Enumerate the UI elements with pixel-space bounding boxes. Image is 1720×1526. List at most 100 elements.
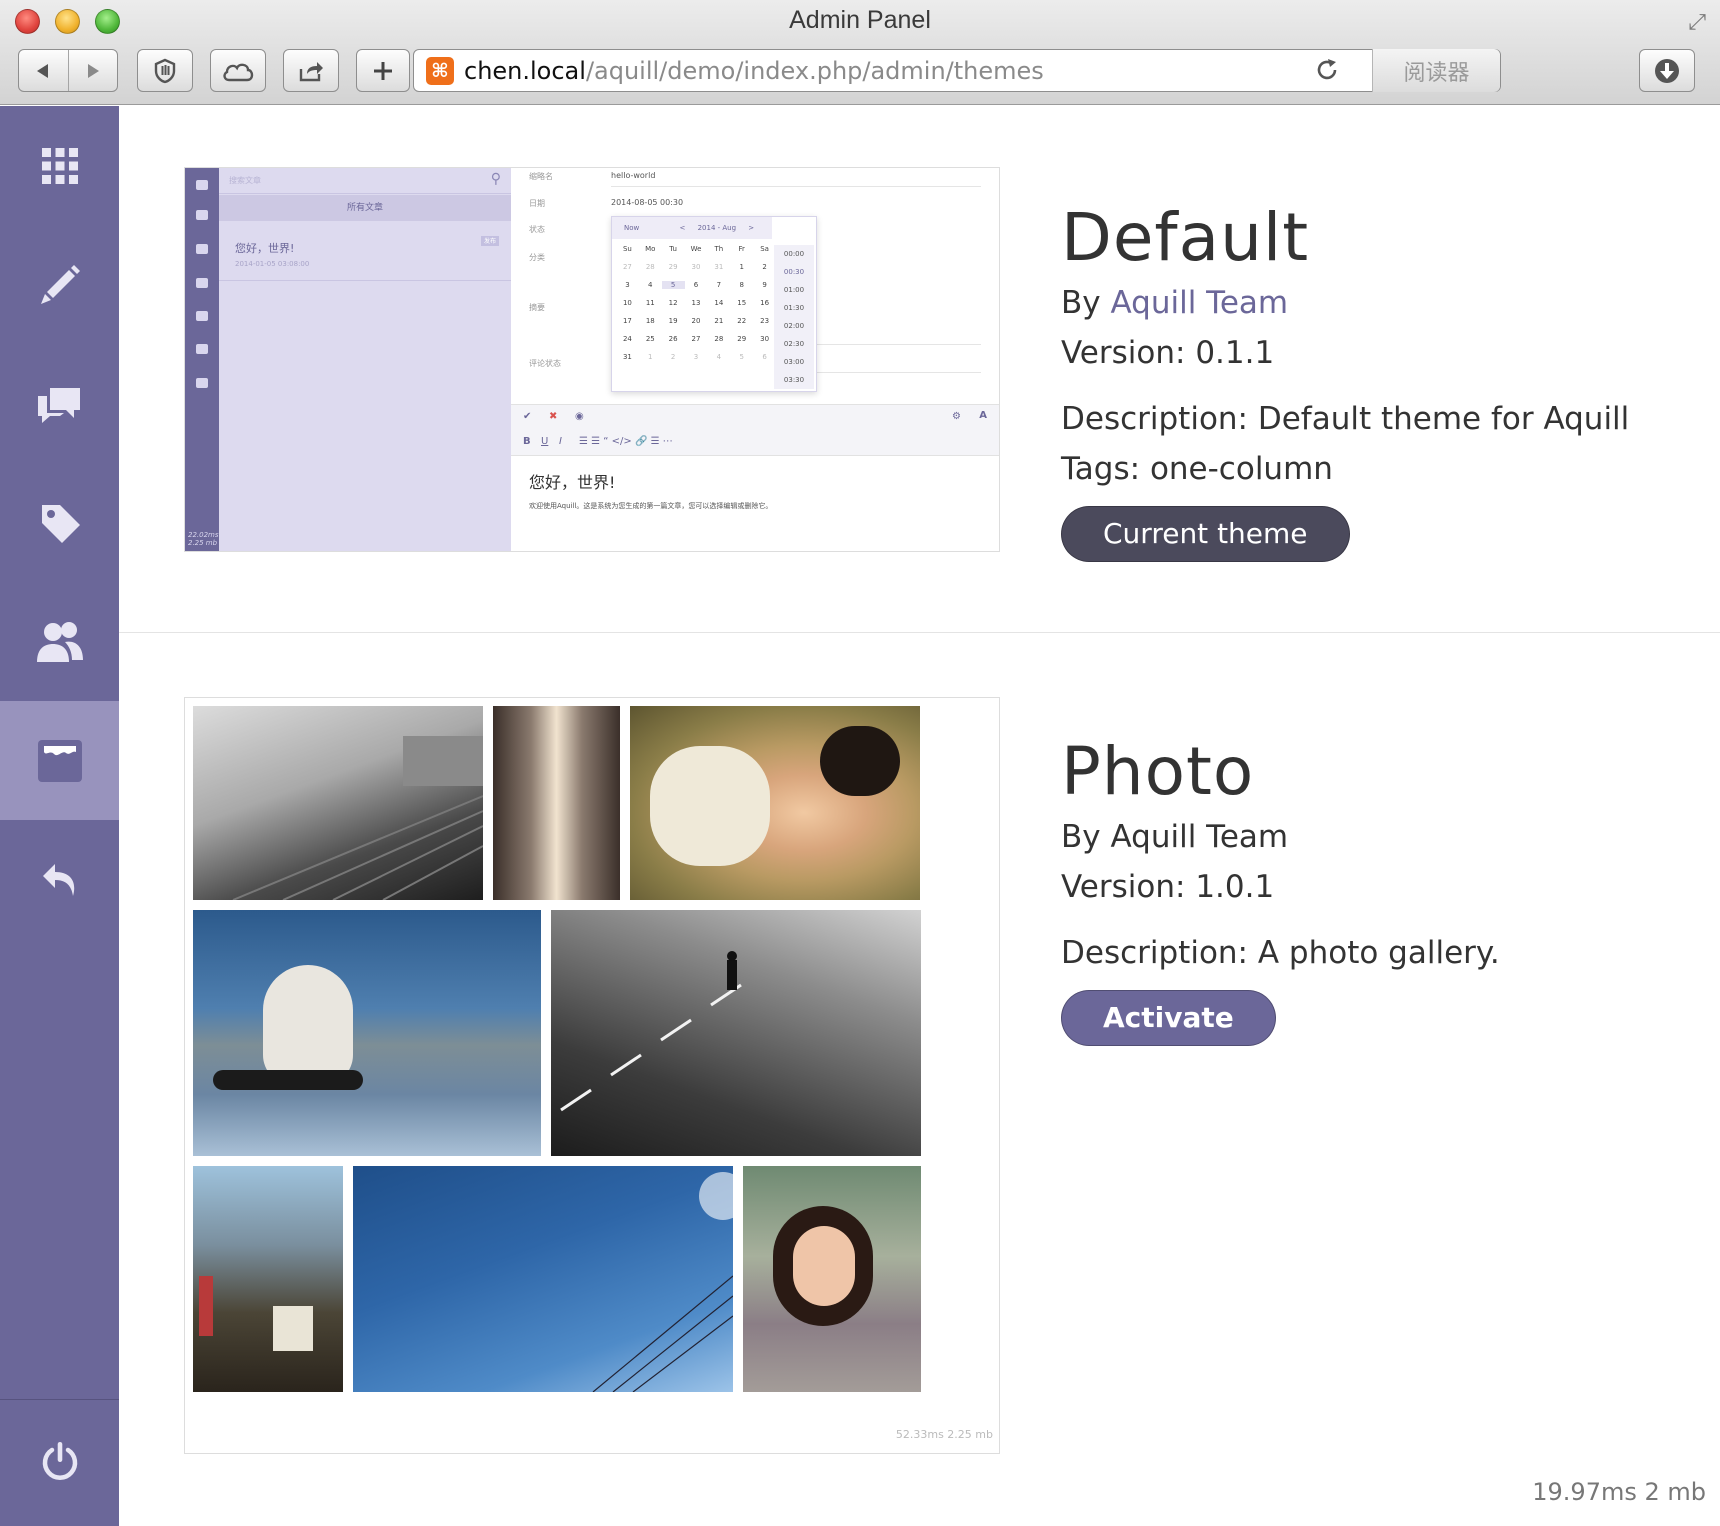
sidebar-divider xyxy=(0,1399,119,1400)
fullscreen-icon[interactable]: ⤢ xyxy=(1688,10,1706,35)
calendar-day: 26 xyxy=(668,335,678,343)
photo-blue-sky xyxy=(353,1166,733,1392)
search-icon: ⚲ xyxy=(490,171,501,187)
sidebar-item-logout[interactable] xyxy=(0,1401,119,1520)
xampp-favicon-icon: ⌘ xyxy=(426,56,454,85)
current-theme-button[interactable]: Current theme xyxy=(1061,506,1350,562)
calendar-day: 23 xyxy=(760,317,770,325)
calendar-day: 17 xyxy=(622,317,632,325)
preview-search: 搜索文章 ⚲ xyxy=(219,168,511,194)
share-icon xyxy=(299,61,323,81)
calendar-day: 9 xyxy=(762,281,767,289)
calendar-day: 12 xyxy=(668,299,678,307)
calendar-day: 5 xyxy=(739,353,744,361)
calendar-day: 14 xyxy=(714,299,724,307)
calendar-time-option: 02:30 xyxy=(783,340,805,348)
calendar-day: 29 xyxy=(668,263,678,271)
calendar-weekday: We xyxy=(690,245,702,253)
sidebar-item-tags[interactable] xyxy=(0,463,119,582)
photo-person-on-road xyxy=(551,910,921,1156)
calendar-day: 31 xyxy=(622,353,632,361)
back-triangle-icon xyxy=(37,63,49,78)
calendar-day: 13 xyxy=(691,299,701,307)
calendar-time-option: 01:00 xyxy=(783,286,805,294)
calendar-day: 21 xyxy=(714,317,724,325)
calendar-day: 2 xyxy=(762,263,767,271)
sidebar-item-users[interactable] xyxy=(0,582,119,701)
url-host: chen.local xyxy=(464,56,586,85)
sidebar-item-themes[interactable] xyxy=(0,701,119,820)
calendar-day: 7 xyxy=(716,281,722,289)
icloud-button[interactable] xyxy=(210,49,266,92)
preview-toolbar: ✔ ✖ ◉ ⚙ A B U I ☰ ☰ “ </> 🔗 ☰ ⋯ xyxy=(511,404,999,456)
back-arrow-icon xyxy=(42,863,74,896)
calendar-time-option: 02:00 xyxy=(783,322,805,330)
calendar-day: 19 xyxy=(668,317,678,325)
sidebar-item-posts[interactable] xyxy=(0,225,119,344)
activate-theme-button[interactable]: Activate xyxy=(1061,990,1276,1046)
theme-tags: Tags: one-column xyxy=(1061,451,1333,487)
theme-description: Description: Default theme for Aquill xyxy=(1061,401,1630,437)
calendar-time-option: 03:30 xyxy=(783,376,805,384)
theme-version: Version: 1.0.1 xyxy=(1061,869,1275,905)
preview-post-list: 搜索文章 ⚲ 所有文章 您好，世界! 2014-01-05 03:08:00 发… xyxy=(219,168,511,551)
photo-theme-screenshot: 52.33ms 2.25 mb xyxy=(184,697,1000,1454)
preview-datepicker: Now < 2014 - Aug > Su Mo Tu We Th Fr Sa 27 28 29 3… xyxy=(611,216,817,392)
calendar-day: 22 xyxy=(737,317,747,325)
power-icon xyxy=(42,1441,77,1480)
calendar-day: 18 xyxy=(645,317,655,325)
calendar-day: 4 xyxy=(716,353,722,361)
calendar-day: 1 xyxy=(739,263,744,271)
theme-divider xyxy=(119,632,1720,633)
theme-author: Aquill Team xyxy=(1110,819,1289,855)
admin-sidebar xyxy=(0,106,119,1526)
calendar-day: 6 xyxy=(762,353,767,361)
photo-girl-sitting xyxy=(630,706,920,900)
default-theme-info: Default By Aquill Team Version: 0.1.1 De… xyxy=(1061,198,1629,562)
page-stats: 19.97ms 2 mb xyxy=(1532,1478,1706,1506)
address-bar[interactable]: ⌘ chen.local /aquill/demo/index.php/admi… xyxy=(413,49,1501,92)
calendar-day: 8 xyxy=(739,281,744,289)
calendar-day: 28 xyxy=(645,263,655,271)
apps-grid-icon xyxy=(41,147,78,184)
back-forward-group xyxy=(18,49,118,92)
forward-button[interactable] xyxy=(67,50,117,91)
browser-titlebar: Admin Panel ⤢ ⌘ chen.local /aquill/demo/… xyxy=(0,0,1720,105)
url-path: /aquill/demo/index.php/admin/themes xyxy=(585,56,1044,85)
sidebar-item-comments[interactable] xyxy=(0,344,119,463)
preview-stats: 22.02ms 2.25 mb xyxy=(188,531,219,547)
calendar-weekday: Th xyxy=(714,245,724,253)
theme-author-link[interactable]: Aquill Team xyxy=(1110,285,1288,321)
preview-post-badge: 发布 xyxy=(481,236,499,246)
share-button[interactable] xyxy=(283,49,339,92)
photo-city-wires xyxy=(193,1166,343,1392)
calendar-day: 6 xyxy=(693,281,699,289)
photo-city-street xyxy=(493,706,620,900)
themes-icon xyxy=(37,739,82,782)
new-tab-button[interactable] xyxy=(356,49,410,92)
reload-icon[interactable] xyxy=(1314,57,1340,87)
calendar-day: 24 xyxy=(622,335,632,343)
calendar-day: 30 xyxy=(691,263,701,271)
reader-button[interactable]: 阅读器 xyxy=(1372,49,1500,92)
users-icon xyxy=(36,621,83,662)
calendar-day: 30 xyxy=(760,335,770,343)
calendar-time-option: 00:00 xyxy=(783,250,805,258)
sidebar-item-back-to-site[interactable] xyxy=(0,820,119,939)
calendar-day: 28 xyxy=(714,335,724,343)
photo-theme-info: Photo By Aquill Team Version: 1.0.1 Desc… xyxy=(1061,732,1500,1046)
themes-page: 22.02ms 2.25 mb 搜索文章 ⚲ 所有文章 您好，世界! 2014-… xyxy=(119,106,1720,1526)
calendar-weekday: Su xyxy=(622,245,632,253)
calendar-weekday: Sa xyxy=(760,245,769,253)
downloads-button[interactable] xyxy=(1639,49,1695,92)
back-button[interactable] xyxy=(19,50,68,91)
photo-preview-stats: 52.33ms 2.25 mb xyxy=(895,1428,993,1441)
calendar-day: 5 xyxy=(661,281,685,289)
sidebar-item-dashboard[interactable] xyxy=(0,106,119,225)
hand-tool-button[interactable] xyxy=(137,49,193,92)
theme-name: Default xyxy=(1061,199,1310,276)
shield-hand-icon xyxy=(154,58,176,83)
calendar-day: 3 xyxy=(693,353,699,361)
cloud-icon xyxy=(223,63,254,81)
calendar-day: 2 xyxy=(670,353,676,361)
